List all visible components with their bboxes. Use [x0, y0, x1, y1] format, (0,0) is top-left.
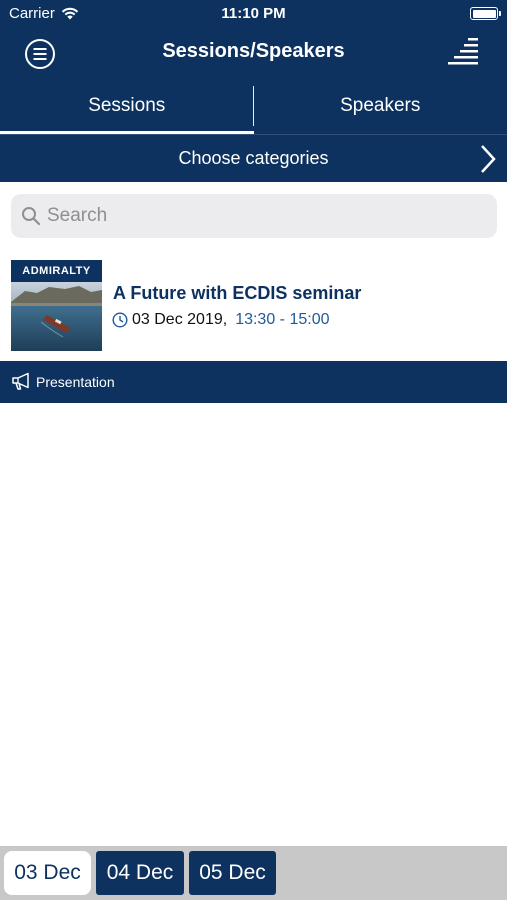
session-date: 03 Dec 2019, — [132, 311, 228, 328]
status-bar: Carrier 11:10 PM — [0, 0, 507, 28]
session-type-label: Presentation — [36, 374, 115, 390]
date-tab-label: 03 Dec — [14, 861, 81, 884]
categories-label: Choose categories — [178, 148, 329, 168]
chevron-right-icon — [481, 145, 496, 173]
tab-speakers[interactable]: Speakers — [254, 78, 507, 134]
harbor-image — [11, 282, 102, 351]
date-selector-bar: 03 Dec 04 Dec 05 Dec — [0, 846, 507, 900]
tab-speakers-label: Speakers — [340, 95, 421, 116]
tab-sessions[interactable]: Sessions — [0, 78, 254, 134]
segment-tabs: Sessions Speakers — [0, 78, 507, 134]
search-bar — [11, 194, 497, 238]
tab-sessions-label: Sessions — [88, 95, 166, 116]
clock-icon — [112, 312, 128, 328]
battery-icon — [470, 7, 501, 20]
app-header: Sessions/Speakers — [0, 28, 507, 78]
status-time: 11:10 PM — [221, 5, 286, 22]
tab-divider — [253, 86, 254, 126]
megaphone-icon — [12, 372, 29, 390]
session-type-band: Presentation — [0, 361, 507, 403]
session-time: 13:30 - 15:00 — [235, 311, 330, 328]
thumbnail-banner: ADMIRALTY — [11, 260, 102, 282]
date-tab-label: 05 Dec — [199, 861, 266, 884]
search-icon — [22, 207, 41, 226]
session-list-item[interactable]: ADMIRALTY A Future with ECDIS seminar 03… — [0, 252, 507, 360]
choose-categories-button[interactable]: Choose categories — [0, 134, 507, 182]
session-thumbnail: ADMIRALTY — [11, 260, 102, 351]
date-tab-05-dec[interactable]: 05 Dec — [189, 851, 276, 895]
date-tab-03-dec[interactable]: 03 Dec — [4, 851, 91, 895]
search-input[interactable] — [47, 194, 487, 238]
session-meta: 03 Dec 2019, 13:30 - 15:00 — [112, 311, 329, 329]
date-tab-04-dec[interactable]: 04 Dec — [96, 851, 184, 895]
page-title: Sessions/Speakers — [162, 40, 345, 62]
date-tab-label: 04 Dec — [106, 861, 174, 884]
sort-filter-icon[interactable] — [446, 36, 480, 70]
session-title: A Future with ECDIS seminar — [113, 283, 362, 303]
